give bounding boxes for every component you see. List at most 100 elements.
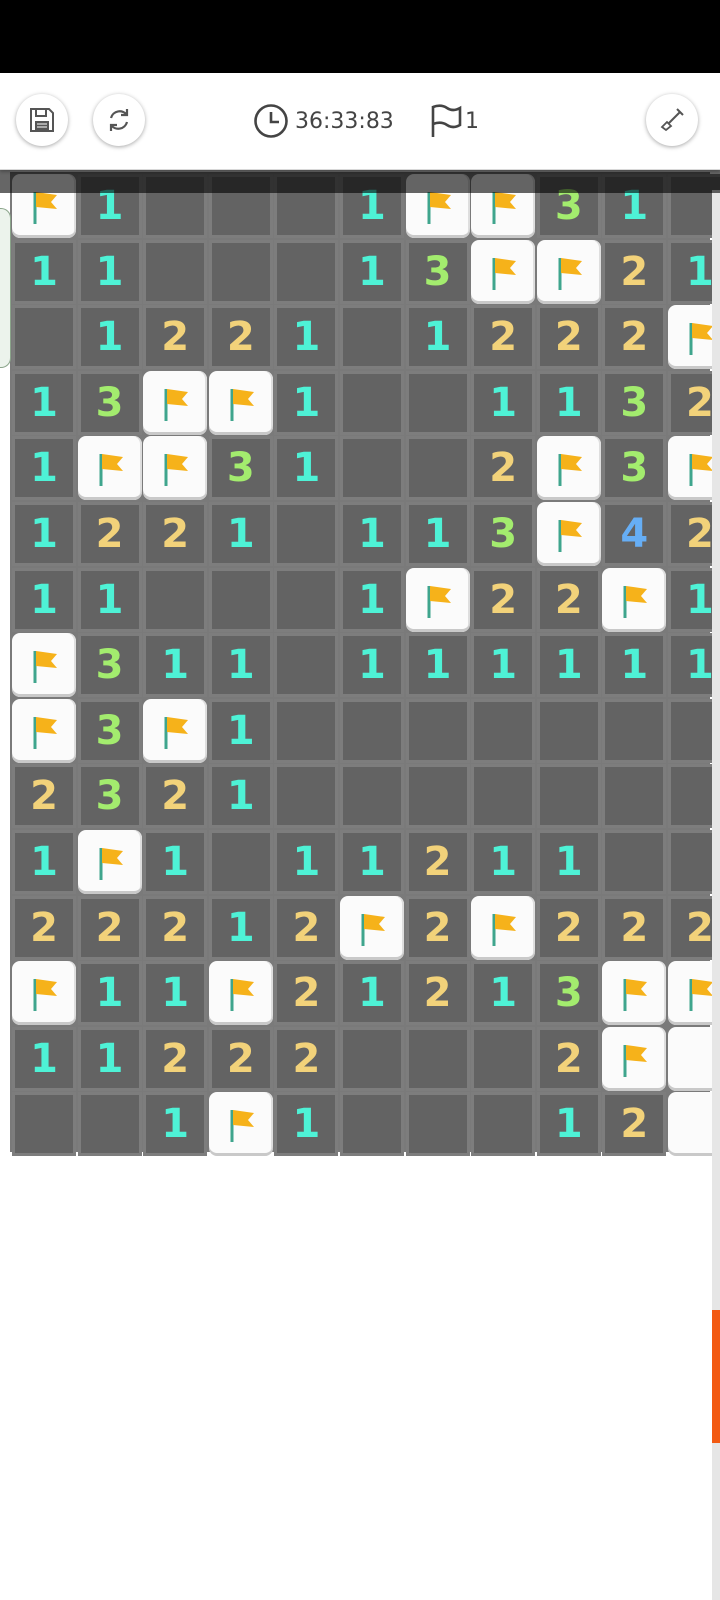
cell-empty[interactable]	[143, 174, 208, 238]
cell-flagged[interactable]	[208, 370, 273, 435]
cell-number[interactable]: 2	[143, 764, 208, 829]
cell-number[interactable]: 3	[471, 501, 536, 566]
cell-number[interactable]: 1	[405, 305, 470, 370]
cell-flagged[interactable]	[405, 567, 470, 632]
cell-empty[interactable]	[274, 567, 339, 632]
cell-number[interactable]: 1	[208, 764, 273, 829]
cell-number[interactable]: 2	[536, 305, 601, 370]
cell-number[interactable]: 1	[274, 829, 339, 894]
cell-number[interactable]: 2	[77, 501, 142, 566]
cell-flagged[interactable]	[339, 895, 404, 960]
cell-flagged[interactable]	[12, 961, 76, 1026]
cell-number[interactable]: 2	[471, 567, 536, 632]
cell-number[interactable]: 1	[471, 370, 536, 435]
cell-flagged[interactable]	[77, 829, 142, 894]
cell-number[interactable]: 1	[12, 239, 76, 304]
cell-number[interactable]: 2	[77, 895, 142, 960]
edge-handle[interactable]	[0, 208, 11, 368]
cell-number[interactable]: 2	[143, 895, 208, 960]
cell-number[interactable]: 1	[143, 961, 208, 1026]
cell-number[interactable]: 2	[536, 895, 601, 960]
cell-flagged[interactable]	[143, 698, 208, 763]
cell-number[interactable]: 1	[536, 1092, 601, 1157]
cell-number[interactable]: 1	[77, 961, 142, 1026]
cell-empty[interactable]	[274, 239, 339, 304]
cell-empty[interactable]	[208, 174, 273, 238]
cell-number[interactable]: 2	[536, 1026, 601, 1091]
cell-flagged[interactable]	[208, 1092, 273, 1157]
cell-number[interactable]: 1	[339, 501, 404, 566]
cell-number[interactable]: 1	[602, 174, 667, 238]
cell-empty[interactable]	[274, 698, 339, 763]
cell-empty[interactable]	[208, 239, 273, 304]
cell-number[interactable]: 1	[274, 370, 339, 435]
cell-number[interactable]: 1	[12, 567, 76, 632]
cell-empty[interactable]	[471, 1026, 536, 1091]
cell-flagged[interactable]	[471, 174, 536, 238]
cell-number[interactable]: 1	[12, 501, 76, 566]
cell-number[interactable]: 3	[77, 698, 142, 763]
cell-empty[interactable]	[143, 239, 208, 304]
cell-number[interactable]: 1	[274, 436, 339, 501]
cell-empty[interactable]	[208, 567, 273, 632]
cell-empty[interactable]	[602, 764, 667, 829]
cell-empty[interactable]	[77, 1092, 142, 1157]
cell-empty[interactable]	[274, 633, 339, 698]
cell-number[interactable]: 3	[405, 239, 470, 304]
cell-empty[interactable]	[12, 1092, 76, 1157]
cell-empty[interactable]	[274, 174, 339, 238]
cell-number[interactable]: 2	[405, 895, 470, 960]
cell-number[interactable]: 1	[602, 633, 667, 698]
cell-flagged[interactable]	[536, 239, 601, 304]
cell-number[interactable]: 2	[471, 436, 536, 501]
cell-number[interactable]: 3	[602, 436, 667, 501]
cell-number[interactable]: 1	[77, 174, 142, 238]
cell-number[interactable]: 2	[208, 1026, 273, 1091]
cell-number[interactable]: 2	[471, 305, 536, 370]
cell-number[interactable]: 1	[208, 633, 273, 698]
cell-flagged[interactable]	[471, 895, 536, 960]
cell-empty[interactable]	[602, 829, 667, 894]
cell-number[interactable]: 1	[339, 567, 404, 632]
cell-number[interactable]: 1	[274, 305, 339, 370]
cell-number[interactable]: 1	[143, 1092, 208, 1157]
cell-number[interactable]: 2	[602, 895, 667, 960]
cell-empty[interactable]	[208, 829, 273, 894]
cell-empty[interactable]	[12, 305, 76, 370]
cell-empty[interactable]	[405, 370, 470, 435]
cell-number[interactable]: 2	[12, 764, 76, 829]
cell-number[interactable]: 2	[12, 895, 76, 960]
cell-empty[interactable]	[536, 698, 601, 763]
cell-number[interactable]: 3	[77, 764, 142, 829]
cell-number[interactable]: 2	[274, 961, 339, 1026]
cell-number[interactable]: 1	[12, 1026, 76, 1091]
cell-flagged[interactable]	[12, 698, 76, 763]
cell-number[interactable]: 4	[602, 501, 667, 566]
cell-empty[interactable]	[339, 305, 404, 370]
cell-number[interactable]: 2	[143, 305, 208, 370]
cell-number[interactable]: 1	[77, 1026, 142, 1091]
cell-empty[interactable]	[339, 1092, 404, 1157]
cell-flagged[interactable]	[536, 436, 601, 501]
cell-flagged[interactable]	[536, 501, 601, 566]
cell-empty[interactable]	[471, 698, 536, 763]
cell-number[interactable]: 2	[143, 501, 208, 566]
cell-number[interactable]: 1	[143, 633, 208, 698]
cell-number[interactable]: 2	[274, 1026, 339, 1091]
cell-number[interactable]: 3	[536, 961, 601, 1026]
scrollbar-thumb[interactable]	[712, 1310, 720, 1443]
cell-flagged[interactable]	[602, 567, 667, 632]
cell-number[interactable]: 1	[208, 698, 273, 763]
cell-number[interactable]: 1	[339, 633, 404, 698]
cell-empty[interactable]	[339, 764, 404, 829]
cell-empty[interactable]	[143, 567, 208, 632]
cell-empty[interactable]	[405, 1092, 470, 1157]
cell-empty[interactable]	[339, 1026, 404, 1091]
cell-number[interactable]: 1	[208, 895, 273, 960]
save-button[interactable]	[16, 94, 68, 146]
cell-flagged[interactable]	[602, 1026, 667, 1091]
cell-empty[interactable]	[405, 698, 470, 763]
cell-number[interactable]: 1	[339, 239, 404, 304]
cell-number[interactable]: 3	[77, 633, 142, 698]
cell-number[interactable]: 1	[339, 829, 404, 894]
